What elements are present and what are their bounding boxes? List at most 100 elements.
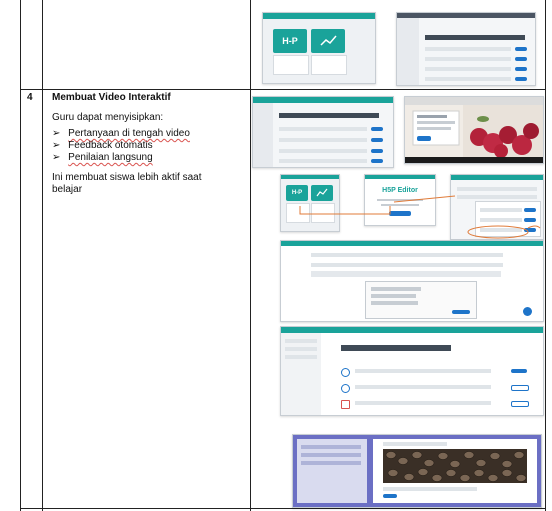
- question-text-line: [371, 294, 416, 298]
- list-row-button: [371, 149, 383, 153]
- search-strip: [279, 113, 379, 118]
- chart-tile: [311, 29, 345, 53]
- screenshot-h5p-content-types: H-P: [262, 12, 376, 84]
- intro-text: Guru dapat menyisipkan:: [52, 112, 164, 123]
- content-row: [341, 397, 531, 409]
- list-row-button: [371, 159, 383, 163]
- list-row: [279, 127, 367, 131]
- bullet-text: Feedback otomatis: [68, 140, 153, 151]
- search-strip: [341, 345, 451, 351]
- screenshot-h5p-tiles-small: H-P: [280, 174, 340, 232]
- list-row-button: [515, 57, 527, 61]
- list-row-button: [371, 138, 383, 142]
- editor-field-row: [311, 263, 503, 267]
- video-top-bar: [405, 97, 543, 105]
- list-row-button: [515, 47, 527, 51]
- section-title: Membuat Video Interaktif: [52, 92, 171, 103]
- table-col-divider-1: [42, 0, 43, 511]
- app-header-bar: [281, 175, 339, 179]
- editor-text-line: [377, 199, 423, 201]
- settings-row: [457, 195, 537, 199]
- search-strip: [425, 35, 525, 40]
- app-header-bar: [281, 241, 543, 246]
- question-text-line: [371, 301, 418, 305]
- bullet-arrow-icon: ➢: [52, 152, 61, 163]
- content-action-button: [511, 369, 527, 373]
- editor-toolbar: [311, 271, 501, 277]
- sidebar: [397, 18, 419, 85]
- play-circle-icon: [341, 368, 350, 377]
- video-controls: [405, 157, 543, 163]
- screenshot-content-type-list: [252, 96, 394, 168]
- chart-tile: [311, 185, 333, 201]
- tile-caption-card: [273, 55, 309, 75]
- settings-row: [480, 228, 522, 232]
- document-icon: [341, 400, 350, 409]
- settings-row: [480, 218, 522, 222]
- tile-caption-card: [311, 55, 347, 75]
- sidebar-item: [285, 347, 317, 351]
- preview-title-line: [383, 442, 447, 446]
- settings-action-button: [524, 228, 536, 232]
- bullet-arrow-icon: ➢: [52, 140, 61, 151]
- bullet-text: Penilaian langsung: [68, 152, 153, 163]
- table-bottom-border: [20, 508, 546, 509]
- preview-text-line: [383, 487, 477, 491]
- list-row: [279, 159, 367, 163]
- summary-line-1: Ini membuat siswa lebih aktif saat: [52, 172, 202, 183]
- list-row: [425, 77, 511, 81]
- bullet-item: ➢ Penilaian langsung: [52, 152, 153, 164]
- row-number: 4: [27, 92, 33, 103]
- list-row: [279, 138, 367, 142]
- bullet-item: ➢ Pertanyaan di tengah video: [52, 128, 190, 140]
- h5p-logo: H-P: [291, 190, 303, 196]
- content-title: [355, 369, 491, 373]
- settings-row: [480, 208, 522, 212]
- sidebar-item: [301, 461, 361, 465]
- sidebar-item: [285, 339, 317, 343]
- content-row: [341, 365, 531, 377]
- list-row: [279, 149, 367, 153]
- bullet-item: ➢ Feedback otomatis: [52, 140, 153, 152]
- sidebar-item: [301, 445, 361, 449]
- content-title: [355, 385, 491, 389]
- app-header-bar: [263, 13, 375, 19]
- screenshot-settings-panel: [450, 174, 544, 240]
- floating-action-button: [523, 307, 532, 316]
- editor-title: H5P Editor: [382, 187, 418, 194]
- line-chart-icon: [320, 35, 337, 46]
- bullet-text: Pertanyaan di tengah video: [68, 128, 190, 139]
- content-title: [355, 401, 491, 405]
- screenshot-video-preview: [292, 434, 542, 508]
- editor-field-row: [311, 253, 503, 257]
- app-header-bar: [253, 97, 393, 103]
- list-row-button: [515, 67, 527, 71]
- settings-action-button: [524, 208, 536, 212]
- bullet-arrow-icon: ➢: [52, 128, 61, 139]
- coffee-beans-video-frame: [383, 449, 527, 483]
- table-left-border: [20, 0, 21, 511]
- h5p-tile: H-P: [273, 29, 307, 53]
- preview-action-button: [383, 494, 397, 498]
- content-action-button: [511, 401, 529, 407]
- editor-text-line: [381, 204, 419, 206]
- screenshot-content-list: [396, 12, 536, 86]
- question-text-line: [371, 287, 421, 291]
- editor-start-button: [389, 211, 411, 216]
- table-row-divider: [20, 89, 546, 90]
- screenshot-content-manager: [280, 326, 544, 416]
- sidebar-item: [301, 453, 361, 457]
- settings-row: [457, 187, 537, 191]
- table-col-divider-2: [250, 0, 251, 511]
- list-row: [425, 47, 511, 51]
- question-dialog: [365, 281, 477, 319]
- screenshot-interactive-video: [404, 96, 544, 164]
- app-header-bar: [365, 175, 435, 179]
- berries-video-frame: [405, 105, 543, 157]
- table-right-border: [545, 0, 546, 511]
- list-row-button: [371, 127, 383, 131]
- line-chart-icon: [316, 188, 328, 197]
- list-row: [425, 57, 511, 61]
- list-row: [425, 67, 511, 71]
- app-header-bar: [451, 175, 543, 180]
